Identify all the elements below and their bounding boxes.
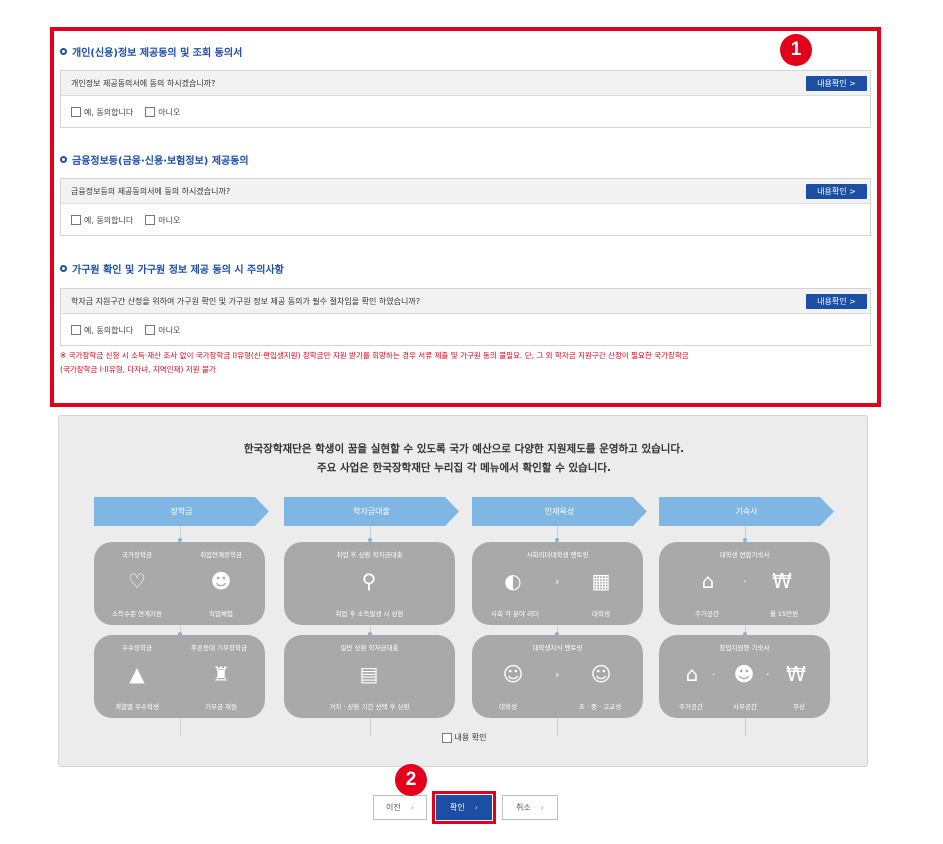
info-panel: 한국장학재단은 학생이 꿈을 실현할 수 있도록 국가 예산으로 다양한 지원제… (58, 415, 868, 767)
view-content-button[interactable]: 내용확인 > (806, 184, 867, 199)
calendar-icon: ▤ (359, 662, 379, 686)
disagree-option[interactable]: 아니오 (145, 215, 180, 226)
card-knowledge-mentoring: 대학생지식 멘토링 ☺ › ☺ 대학생 초 · 중 · 고교생 (472, 635, 643, 718)
disagree-checkbox[interactable] (145, 215, 156, 225)
disagree-checkbox[interactable] (145, 325, 156, 335)
card-merit-scholarship: 우수장학금 푸른등대 기부장학금 ▲ ♜ 계열별 우수학생 기부금 재원 (94, 635, 265, 718)
answer-row: 예, 동의합니다 아니오 (61, 96, 870, 128)
dot-separator-icon: · (712, 668, 716, 681)
card-income-loan: 취업 후 상환 학자금대출 ⚲ 취업 후 소득발생 시 상환 (284, 542, 455, 625)
university-icon: ▦ (591, 569, 611, 593)
question-text: 금융정보등의 제공동의서에 동의 하시겠습니까? (71, 186, 231, 196)
won-coin-icon: ₩ (772, 569, 792, 593)
highlight-box (432, 791, 496, 824)
dot-separator-icon: · (743, 575, 747, 588)
dot-separator-icon: · (766, 668, 770, 681)
worker-icon: ☻ (210, 569, 232, 593)
question-text: 개인정보 제공동의서에 동의 하시겠습니까? (71, 78, 216, 88)
agree-option[interactable]: 예, 동의합니다 (71, 325, 133, 336)
agree-checkbox[interactable] (71, 215, 81, 225)
office-worker-icon: ☻ (733, 662, 755, 686)
house-icon: ⌂ (685, 662, 699, 686)
leader-icon: ◐ (504, 569, 522, 593)
disagree-option[interactable]: 아니오 (145, 325, 180, 336)
category-scholarship: 장학금 (94, 497, 269, 526)
graduation-cap-icon: ▲ (129, 662, 145, 686)
category-student-loan: 학자금대출 (284, 497, 459, 526)
arrow-icon: › (555, 575, 560, 588)
answer-row: 예, 동의합니다 아니오 (61, 204, 870, 236)
students-icon: ☺ (590, 662, 612, 686)
view-content-button[interactable]: 내용확인 > (806, 76, 867, 91)
free-money-icon: ₩ (786, 662, 806, 686)
bullet-icon (60, 264, 67, 272)
card-joint-dormitory: 대학생 연합기숙사 ⌂ · ₩ 주거공간 월 15만원 (659, 542, 830, 625)
briefcase-search-icon: ⚲ (361, 569, 377, 593)
agree-checkbox[interactable] (71, 107, 81, 117)
info-line-1: 한국장학재단은 학생이 꿈을 실현할 수 있도록 국가 예산으로 다양한 지원제… (243, 443, 685, 455)
question-box: 금융정보등의 제공동의서에 동의 하시겠습니까? 내용확인 > 예, 동의합니다… (60, 178, 871, 236)
card-startup-dormitory: 창업지원형 기숙사 ⌂ · ☻ · ₩ 주거공간 사무공간 무상 (659, 635, 830, 718)
lighthouse-icon: ♜ (212, 662, 230, 686)
chevron-right-icon: › (540, 803, 544, 812)
question-box: 개인정보 제공동의서에 동의 하시겠습니까? 내용확인 > 예, 동의합니다 아… (60, 70, 871, 128)
disagree-checkbox[interactable] (145, 107, 156, 117)
bullet-icon (60, 47, 67, 55)
bullet-icon (60, 155, 67, 163)
section-title: 개인(신용)정보 제공동의 및 조회 동의서 (60, 44, 242, 59)
card-leader-mentoring: 사회리더대학생 멘토링 ◐ › ▦ 사회 각 분야 리더 대학생 (472, 542, 643, 625)
question-box: 학자금 지원구간 산정을 위하여 가구원 확인 및 가구원 정보 제공 동의가 … (60, 288, 871, 346)
question-row: 학자금 지원구간 산정을 위하여 가구원 확인 및 가구원 정보 제공 동의가 … (61, 289, 870, 314)
notice-text: ※ 국가장학금 신청 시 소득·재산 조사 없이 국가장학금 II유형(신·편입… (60, 351, 689, 374)
question-text: 학자금 지원구간 산정을 위하여 가구원 확인 및 가구원 정보 제공 동의가 … (71, 296, 420, 306)
agree-option[interactable]: 예, 동의합니다 (71, 215, 133, 226)
consent-section: 개인(신용)정보 제공동의 및 조회 동의서 개인정보 제공동의서에 동의 하시… (50, 27, 881, 407)
question-row: 개인정보 제공동의서에 동의 하시겠습니까? 내용확인 > (61, 71, 870, 96)
cancel-button[interactable]: 취소 › (502, 795, 558, 820)
college-student-icon: ☺ (502, 662, 524, 686)
disagree-option[interactable]: 아니오 (145, 107, 180, 118)
card-general-loan: 일반 상환 학자금대출 ▤ 거치 · 상환 기간 선택 후 상환 (284, 635, 455, 718)
prev-button[interactable]: 이전 › (373, 795, 427, 820)
view-content-button[interactable]: 내용확인 > (806, 294, 867, 309)
category-talent-development: 인재육성 (472, 497, 647, 526)
question-row: 금융정보등의 제공동의서에 동의 하시겠습니까? 내용확인 > (61, 179, 870, 204)
agree-checkbox[interactable] (71, 325, 81, 335)
step-badge-1: 1 (780, 34, 812, 66)
answer-row: 예, 동의합니다 아니오 (61, 314, 870, 346)
card-national-scholarship: 국가장학금 취업연계장학금 ♡ ☻ 소득수준 연계지원 직업체험 (94, 542, 265, 625)
step-badge-2: 2 (395, 764, 427, 796)
agree-option[interactable]: 예, 동의합니다 (71, 107, 133, 118)
handshake-icon: ♡ (128, 569, 146, 593)
category-dormitory: 기숙사 (659, 497, 834, 526)
info-line-2: 주요 사업은 한국장학재단 누리집 각 메뉴에서 확인할 수 있습니다. (316, 462, 612, 474)
content-confirm-checkbox[interactable] (441, 732, 452, 743)
house-icon: ⌂ (701, 569, 715, 593)
section-title: 가구원 확인 및 가구원 정보 제공 동의 시 주의사항 (60, 261, 284, 276)
section-title: 금융정보등(금융·신용·보험정보) 제공동의 (60, 152, 249, 167)
content-confirm-option[interactable]: 내용 확인 (59, 732, 869, 743)
arrow-icon: › (555, 668, 560, 681)
chevron-right-icon: › (410, 803, 414, 812)
